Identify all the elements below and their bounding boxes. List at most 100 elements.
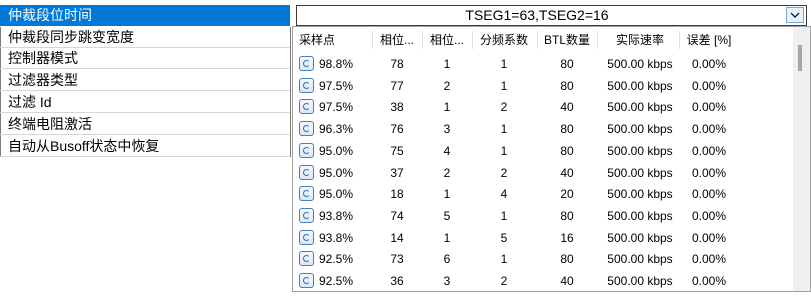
header-prescaler[interactable]: 分频系数 [475,27,533,53]
cell-sample-point: 96.3% [319,122,354,137]
cell-prescaler: 2 [500,100,508,115]
dropdown-button[interactable] [786,7,804,23]
cell-sample-point: 92.5% [319,252,354,267]
combobox-value: TSEG1=63,TSEG2=16 [465,7,609,23]
cell-phase1: 73 [390,252,404,267]
header-divider [422,31,423,49]
header-btl-count[interactable]: BTL数量 [541,27,593,53]
cell-btl-count: 20 [560,187,574,202]
cell-prescaler: 1 [500,143,508,158]
cell-prescaler: 1 [500,252,508,267]
table-row[interactable]: 95.0% 18 1 4 20 500.00 kbps 0.00% [293,183,793,206]
cell-error: 0.00% [691,165,727,180]
property-item-filter-id[interactable]: 过滤 Id [0,92,290,113]
cell-sample-point: 93.8% [319,230,354,245]
cell-phase2: 1 [443,187,451,202]
cell-phase2: 2 [443,165,451,180]
cell-btl-count: 16 [560,230,574,245]
property-item-sync-jump-width[interactable]: 仲裁段同步跳变宽度 [0,27,290,48]
cell-btl-count: 80 [560,78,574,93]
property-item-filter-type[interactable]: 过滤器类型 [0,70,290,91]
cell-phase1: 14 [390,230,404,245]
cell-actual-rate: 500.00 kbps [607,143,673,158]
cell-phase2: 2 [443,78,451,93]
header-divider [679,31,680,49]
refresh-icon [299,273,314,288]
bit-timing-combobox[interactable]: TSEG1=63,TSEG2=16 [296,5,807,26]
refresh-icon [299,251,314,267]
cell-error: 0.00% [691,187,727,202]
cell-actual-rate: 500.00 kbps [607,100,673,115]
cell-sample-point: 97.5% [319,100,354,115]
refresh-icon [299,99,314,115]
cell-phase1: 77 [390,78,404,93]
table-row[interactable]: 97.5% 77 2 1 80 500.00 kbps 0.00% [293,75,793,98]
scrollbar-thumb[interactable] [798,45,802,71]
cell-phase1: 36 [390,274,404,288]
cell-phase2: 1 [443,57,451,71]
cell-phase2: 3 [443,122,451,137]
cell-btl-count: 40 [560,100,574,115]
cell-btl-count: 80 [560,252,574,267]
cell-phase1: 75 [390,143,404,158]
bit-timing-dropdown-list: 采样点 相位... 相位... 分频系数 BTL数量 实际速率 误差 [%] 9… [292,26,811,292]
cell-phase1: 78 [390,57,404,71]
header-actual-rate[interactable]: 实际速率 [601,27,679,53]
header-phase1[interactable]: 相位... [377,27,417,53]
cell-error: 0.00% [691,100,727,115]
property-item-termination-resistor[interactable]: 终端电阻激活 [0,114,290,135]
table-row[interactable]: 92.5% 73 6 1 80 500.00 kbps 0.00% [293,248,793,271]
property-item-controller-mode[interactable]: 控制器模式 [0,48,290,69]
table-header: 采样点 相位... 相位... 分频系数 BTL数量 实际速率 误差 [%] [293,27,793,53]
cell-error: 0.00% [691,57,727,71]
header-divider [372,31,373,49]
table-row[interactable]: 95.0% 75 4 1 80 500.00 kbps 0.00% [293,140,793,163]
cell-error: 0.00% [691,208,727,223]
table-row[interactable]: 95.0% 37 2 2 40 500.00 kbps 0.00% [293,162,793,185]
cell-phase2: 5 [443,208,451,223]
table-row[interactable]: 97.5% 38 1 2 40 500.00 kbps 0.00% [293,96,793,119]
cell-actual-rate: 500.00 kbps [607,57,673,71]
refresh-icon [299,56,314,71]
cell-sample-point: 95.0% [319,165,354,180]
chevron-down-icon [790,12,800,18]
header-error[interactable]: 误差 [%] [682,27,736,53]
cell-sample-point: 93.8% [319,208,354,223]
cell-error: 0.00% [691,143,727,158]
cell-actual-rate: 500.00 kbps [607,122,673,137]
cell-phase1: 37 [390,165,404,180]
table-row[interactable]: 93.8% 14 1 5 16 500.00 kbps 0.00% [293,227,793,250]
cell-prescaler: 2 [500,274,508,288]
table-row[interactable]: 93.8% 74 5 1 80 500.00 kbps 0.00% [293,205,793,228]
header-divider [537,31,538,49]
cell-prescaler: 1 [500,78,508,93]
cell-btl-count: 80 [560,122,574,137]
cell-error: 0.00% [691,122,727,137]
cell-sample-point: 92.5% [319,274,354,288]
property-item-arbitration-bit-timing[interactable]: 仲裁段位时间 [0,5,290,26]
refresh-icon [299,121,314,137]
header-divider [472,31,473,49]
cell-phase2: 1 [443,100,451,115]
cell-error: 0.00% [691,230,727,245]
cell-error: 0.00% [691,252,727,267]
cell-phase1: 38 [390,100,404,115]
header-sample-point[interactable]: 采样点 [299,27,369,53]
refresh-icon [299,207,314,223]
cell-prescaler: 1 [500,208,508,223]
cell-actual-rate: 500.00 kbps [607,252,673,267]
refresh-icon [299,229,314,245]
table-row[interactable]: 96.3% 76 3 1 80 500.00 kbps 0.00% [293,118,793,141]
cell-btl-count: 40 [560,165,574,180]
cell-phase1: 74 [390,208,404,223]
table-row[interactable]: 98.8% 78 1 1 80 500.00 kbps 0.00% [293,53,793,76]
vertical-scrollbar[interactable] [793,27,810,291]
cell-prescaler: 2 [500,165,508,180]
cell-actual-rate: 500.00 kbps [607,208,673,223]
cell-sample-point: 95.0% [319,143,354,158]
header-phase2[interactable]: 相位... [427,27,467,53]
table-row[interactable]: 92.5% 36 3 2 40 500.00 kbps 0.00% [293,270,793,291]
cell-sample-point: 95.0% [319,187,354,202]
cell-phase2: 6 [443,252,451,267]
property-item-busoff-recovery[interactable]: 自动从Busoff状态中恢复 [0,136,290,157]
